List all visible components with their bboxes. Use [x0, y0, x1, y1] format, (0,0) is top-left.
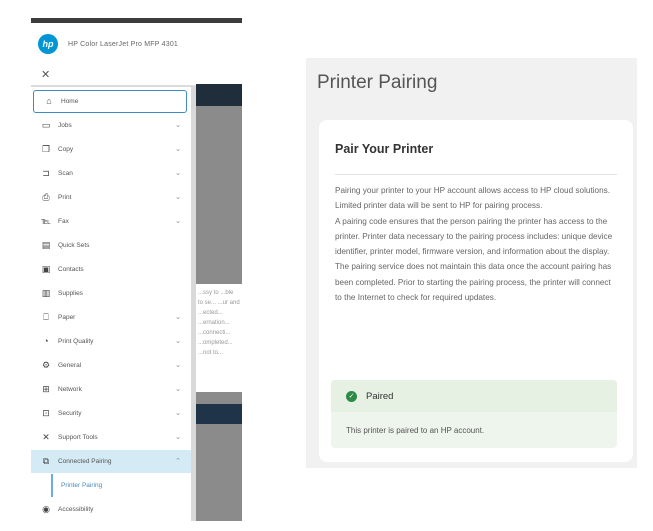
description-paragraph: Pairing your printer to your HP account …	[335, 186, 611, 211]
nav-label: Printer Pairing	[61, 482, 103, 489]
nav-item-scan[interactable]: ⊐ Scan ⌄	[31, 162, 191, 185]
support-tools-icon: ✕	[42, 432, 50, 442]
nav-label: Accessibility	[58, 506, 94, 513]
close-icon[interactable]: ✕	[41, 69, 50, 81]
description-paragraph: A pairing code ensures that the person p…	[335, 216, 613, 303]
nav-label: Print	[58, 194, 72, 201]
chevron-down-icon: ⌄	[175, 146, 181, 153]
chevron-down-icon: ⌄	[175, 434, 181, 441]
nav-item-accessibility[interactable]: ◉ Accessibility	[31, 498, 191, 521]
chevron-down-icon: ⌄	[175, 194, 181, 201]
check-circle-icon: ✓	[346, 390, 357, 402]
close-row: ✕	[31, 65, 242, 86]
pair-card: Pair Your Printer Pairing your printer t…	[319, 120, 633, 462]
status-header: ✓ Paired	[331, 380, 617, 412]
general-icon: ⚙	[41, 360, 51, 370]
nav-item-print[interactable]: ⎙ Print ⌄	[31, 186, 191, 209]
nav-label: Quick Sets	[58, 242, 90, 249]
device-title: HP Color LaserJet Pro MFP 4301	[68, 40, 179, 48]
background-page: ...ssy to ...ble to se... ...ur and ...e…	[196, 84, 242, 521]
chevron-down-icon: ⌄	[175, 122, 181, 129]
nav-item-paper[interactable]: ⎕ Paper ⌄	[31, 306, 191, 329]
nav-subitem-printer-pairing[interactable]: Printer Pairing	[51, 474, 191, 497]
nav-label: Contacts	[58, 266, 84, 273]
chevron-down-icon: ⌄	[175, 218, 181, 225]
print-quality-icon: ◔	[43, 336, 49, 346]
nav-item-security[interactable]: ⊡ Security ⌄	[31, 402, 191, 425]
accessibility-icon: ◉	[42, 504, 50, 514]
page-title: Printer Pairing	[317, 72, 438, 93]
nav-menu: ⌂ Home ▭ Jobs ⌄ ❐ Copy ⌄ ⊐ Scan ⌄ ⎙ Prin…	[31, 87, 191, 521]
chevron-down-icon: ⌄	[175, 170, 181, 177]
chevron-down-icon: ⌄	[175, 362, 181, 369]
nav-item-quick-sets[interactable]: ▤ Quick Sets	[31, 234, 191, 257]
nav-item-contacts[interactable]: ▣ Contacts	[31, 258, 191, 281]
nav-item-network[interactable]: ⊞ Network ⌄	[31, 378, 191, 401]
chevron-down-icon: ⌄	[175, 314, 181, 321]
nav-item-print-quality[interactable]: ◔ Print Quality ⌄	[31, 330, 191, 353]
background-header	[196, 84, 242, 106]
chevron-down-icon: ⌄	[175, 338, 181, 345]
nav-label: Connected Pairing	[58, 458, 112, 465]
contacts-icon: ▣	[41, 264, 51, 274]
fax-icon: ℡	[41, 216, 51, 226]
nav-label: Fax	[58, 218, 69, 225]
status-label: Paired	[366, 390, 394, 402]
print-icon: ⎙	[42, 192, 50, 202]
nav-label: Scan	[58, 170, 73, 177]
device-screen: hp HP Color LaserJet Pro MFP 4301 ✕ ...s…	[31, 18, 242, 521]
hp-logo: hp	[38, 34, 58, 54]
printer-pairing-page: Printer Pairing Pair Your Printer Pairin…	[306, 58, 637, 468]
nav-item-home[interactable]: ⌂ Home	[33, 90, 187, 113]
nav-item-supplies[interactable]: ▥ Supplies	[31, 282, 191, 305]
connected-pairing-icon: ⧉	[42, 456, 50, 466]
nav-label: Home	[61, 98, 79, 105]
nav-label: Network	[58, 386, 82, 393]
network-icon: ⊞	[42, 384, 50, 394]
house-icon: ⌂	[46, 96, 52, 106]
paper-icon: ⎕	[43, 312, 49, 322]
nav-item-connected-pairing[interactable]: ⧉ Connected Pairing ⌃	[31, 450, 191, 473]
device-header: hp HP Color LaserJet Pro MFP 4301	[31, 23, 242, 65]
background-button	[196, 404, 242, 424]
copy-icon: ❐	[41, 144, 51, 154]
chevron-up-icon: ⌃	[175, 458, 181, 465]
quick-sets-icon: ▤	[41, 240, 51, 250]
nav-label: Paper	[58, 314, 76, 321]
nav-item-fax[interactable]: ℡ Fax ⌄	[31, 210, 191, 233]
pairing-description: Pairing your printer to your HP account …	[335, 183, 617, 305]
chevron-down-icon: ⌄	[175, 410, 181, 417]
security-icon: ⊡	[42, 408, 50, 418]
nav-item-jobs[interactable]: ▭ Jobs ⌄	[31, 114, 191, 137]
nav-label: Support Tools	[58, 434, 98, 441]
nav-label: Print Quality	[58, 338, 94, 345]
supplies-icon: ▥	[41, 288, 51, 298]
nav-label: Copy	[58, 146, 74, 153]
divider	[335, 174, 617, 175]
nav-label: Supplies	[58, 290, 83, 297]
nav-item-copy[interactable]: ❐ Copy ⌄	[31, 138, 191, 161]
nav-label: Security	[58, 410, 82, 417]
nav-item-support-tools[interactable]: ✕ Support Tools ⌄	[31, 426, 191, 449]
scan-icon: ⊐	[42, 168, 50, 178]
nav-label: Jobs	[58, 122, 72, 129]
status-detail: This printer is paired to an HP account.	[346, 426, 485, 435]
printer-icon: ▭	[41, 120, 51, 130]
nav-label: General	[58, 362, 82, 369]
nav-item-general[interactable]: ⚙ General ⌄	[31, 354, 191, 377]
background-text: ...ssy to ...ble to se... ...ur and ...e…	[196, 284, 242, 392]
chevron-down-icon: ⌄	[175, 386, 181, 393]
pairing-status: ✓ Paired This printer is paired to an HP…	[331, 380, 617, 448]
card-title: Pair Your Printer	[335, 142, 434, 156]
